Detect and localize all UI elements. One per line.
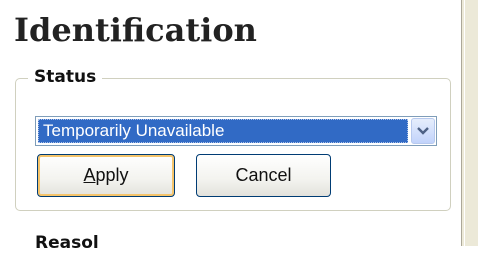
- identification-panel: Identification Status Temporarily Unavai…: [0, 0, 461, 253]
- apply-label: pply: [95, 165, 129, 185]
- status-select-value[interactable]: Temporarily Unavailable: [38, 119, 408, 143]
- cancel-button[interactable]: Cancel: [196, 154, 331, 197]
- reason-legend: Reasol: [35, 233, 99, 253]
- splitter-bar[interactable]: [461, 0, 478, 246]
- apply-button[interactable]: Apply: [37, 154, 175, 197]
- status-select[interactable]: Temporarily Unavailable: [35, 116, 437, 146]
- dropdown-button[interactable]: [411, 118, 435, 144]
- chevron-down-icon: [417, 127, 429, 135]
- apply-mnemonic: A: [83, 165, 96, 185]
- status-legend: Status: [28, 66, 103, 88]
- cancel-label: Cancel: [235, 165, 292, 185]
- page-title: Identification: [14, 11, 257, 49]
